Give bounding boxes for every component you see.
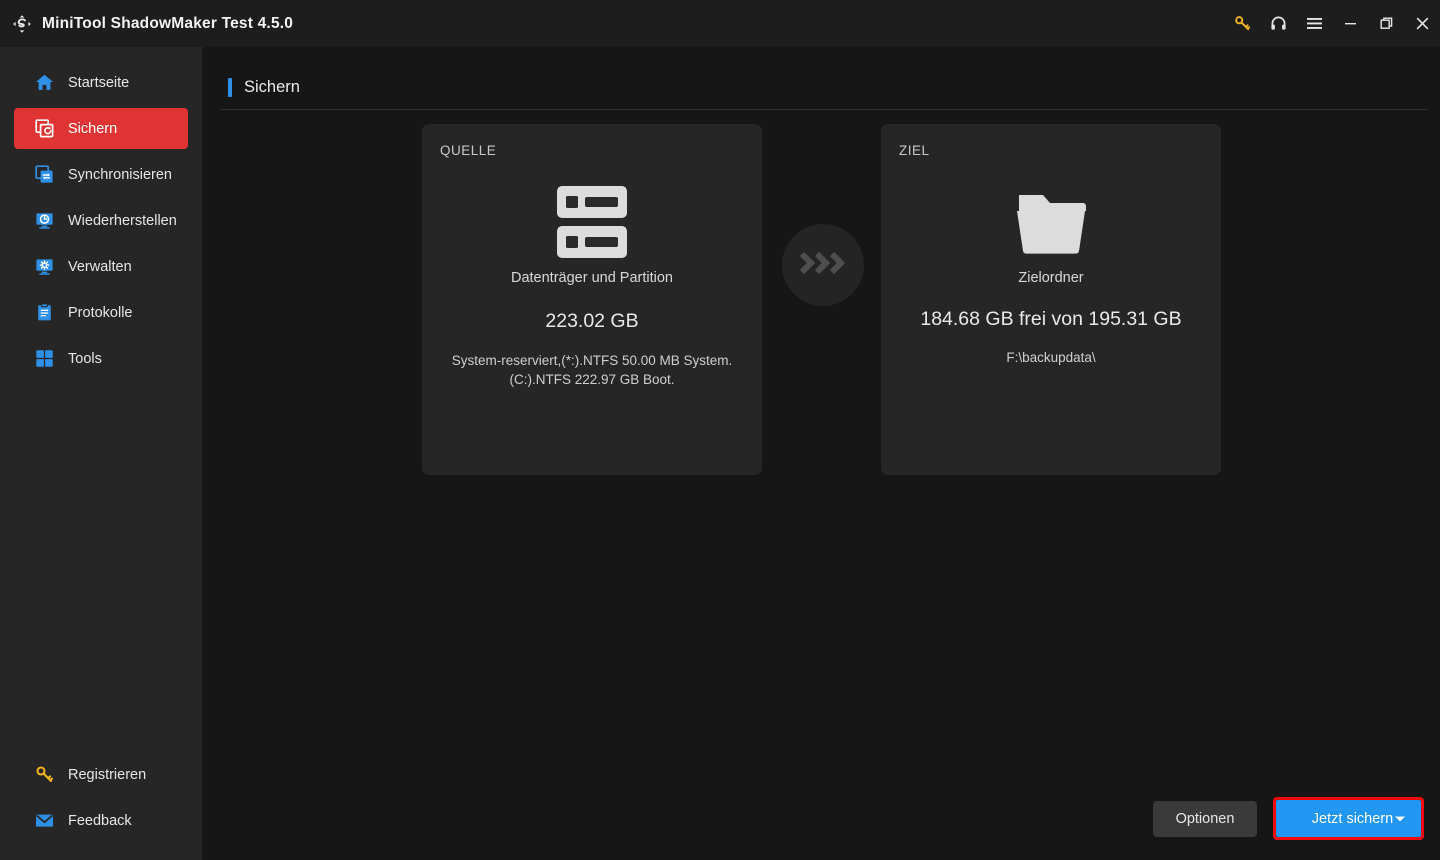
backup-now-button[interactable]: Jetzt sichern bbox=[1276, 800, 1421, 837]
sidebar-item-verwalten[interactable]: Verwalten bbox=[14, 246, 188, 287]
page-title: Sichern bbox=[244, 78, 300, 97]
sidebar-item-label: Startseite bbox=[68, 75, 129, 91]
key-icon[interactable] bbox=[1224, 0, 1260, 47]
key-icon bbox=[34, 765, 54, 785]
sidebar: Startseite Sichern bbox=[0, 47, 202, 860]
sidebar-item-label: Tools bbox=[68, 351, 102, 367]
source-card[interactable]: QUELLE Datenträger und Partition 223.02 … bbox=[422, 124, 762, 475]
main-content: Sichern QUELLE Datenträger und Part bbox=[202, 47, 1440, 860]
sidebar-item-label: Wiederherstellen bbox=[68, 213, 177, 229]
source-card-subtitle: Datenträger und Partition bbox=[422, 270, 762, 286]
source-detail-line-1: System-reserviert,(*:).NTFS 50.00 MB Sys… bbox=[452, 353, 733, 368]
home-icon bbox=[34, 73, 54, 93]
triple-chevron-right-icon bbox=[798, 250, 848, 281]
sidebar-item-registrieren[interactable]: Registrieren bbox=[14, 754, 188, 795]
source-to-target-connector bbox=[782, 224, 864, 306]
target-card-size: 184.68 GB frei von 195.31 GB bbox=[881, 308, 1221, 331]
sidebar-item-label: Sichern bbox=[68, 121, 117, 137]
disk-partition-icon bbox=[422, 179, 762, 264]
sync-icon bbox=[34, 165, 54, 185]
envelope-icon bbox=[34, 811, 54, 831]
sidebar-item-label: Feedback bbox=[68, 813, 132, 829]
backup-now-label: Jetzt sichern bbox=[1312, 811, 1393, 827]
backup-now-highlight: Jetzt sichern bbox=[1273, 797, 1424, 840]
close-icon[interactable] bbox=[1404, 0, 1440, 47]
sidebar-item-synchronisieren[interactable]: Synchronisieren bbox=[14, 154, 188, 195]
target-card-label: ZIEL bbox=[899, 143, 930, 158]
sidebar-item-label: Synchronisieren bbox=[68, 167, 172, 183]
sidebar-item-wiederherstellen[interactable]: Wiederherstellen bbox=[14, 200, 188, 241]
chevron-down-icon[interactable] bbox=[1395, 816, 1405, 821]
sidebar-item-protokolle[interactable]: Protokolle bbox=[14, 292, 188, 333]
sidebar-item-startseite[interactable]: Startseite bbox=[14, 62, 188, 103]
target-card-path: F:\backupdata\ bbox=[891, 348, 1211, 367]
target-card[interactable]: ZIEL Zielordner 184.68 GB frei von 195.3… bbox=[881, 124, 1221, 475]
backup-icon bbox=[34, 119, 54, 139]
source-card-detail: System-reserviert,(*:).NTFS 50.00 MB Sys… bbox=[432, 351, 752, 389]
sidebar-item-tools[interactable]: Tools bbox=[14, 338, 188, 379]
sidebar-bottom-nav: Registrieren Feedback bbox=[0, 754, 202, 846]
sidebar-item-sichern[interactable]: Sichern bbox=[14, 108, 188, 149]
folder-icon bbox=[881, 179, 1221, 264]
sidebar-item-feedback[interactable]: Feedback bbox=[14, 800, 188, 841]
application-window: MiniTool ShadowMaker Test 4.5.0 bbox=[0, 0, 1440, 860]
hamburger-menu-icon[interactable] bbox=[1296, 0, 1332, 47]
sidebar-item-label: Protokolle bbox=[68, 305, 132, 321]
sidebar-item-label: Verwalten bbox=[68, 259, 132, 275]
restore-icon bbox=[34, 211, 54, 231]
maximize-icon[interactable] bbox=[1368, 0, 1404, 47]
source-detail-line-2: (C:).NTFS 222.97 GB Boot. bbox=[509, 372, 674, 387]
window-title: MiniTool ShadowMaker Test 4.5.0 bbox=[42, 15, 293, 33]
page-title-accent-bar bbox=[228, 78, 232, 97]
sidebar-item-label: Registrieren bbox=[68, 767, 146, 783]
tools-grid-icon bbox=[34, 349, 54, 369]
logs-icon bbox=[34, 303, 54, 323]
source-card-size: 223.02 GB bbox=[422, 310, 762, 333]
backup-cards-area: QUELLE Datenträger und Partition 223.02 … bbox=[202, 124, 1440, 524]
shadowmaker-logo-icon bbox=[10, 12, 34, 36]
window-controls bbox=[1224, 0, 1440, 47]
target-card-subtitle: Zielordner bbox=[881, 270, 1221, 286]
headset-icon[interactable] bbox=[1260, 0, 1296, 47]
minimize-icon[interactable] bbox=[1332, 0, 1368, 47]
header-divider bbox=[220, 109, 1428, 110]
page-header: Sichern bbox=[228, 78, 300, 97]
footer-actions: Optionen Jetzt sichern bbox=[1153, 797, 1424, 840]
title-bar: MiniTool ShadowMaker Test 4.5.0 bbox=[0, 0, 1440, 47]
sidebar-nav: Startseite Sichern bbox=[0, 62, 202, 384]
source-card-label: QUELLE bbox=[440, 143, 496, 158]
options-button[interactable]: Optionen bbox=[1153, 801, 1257, 837]
manage-icon bbox=[34, 257, 54, 277]
